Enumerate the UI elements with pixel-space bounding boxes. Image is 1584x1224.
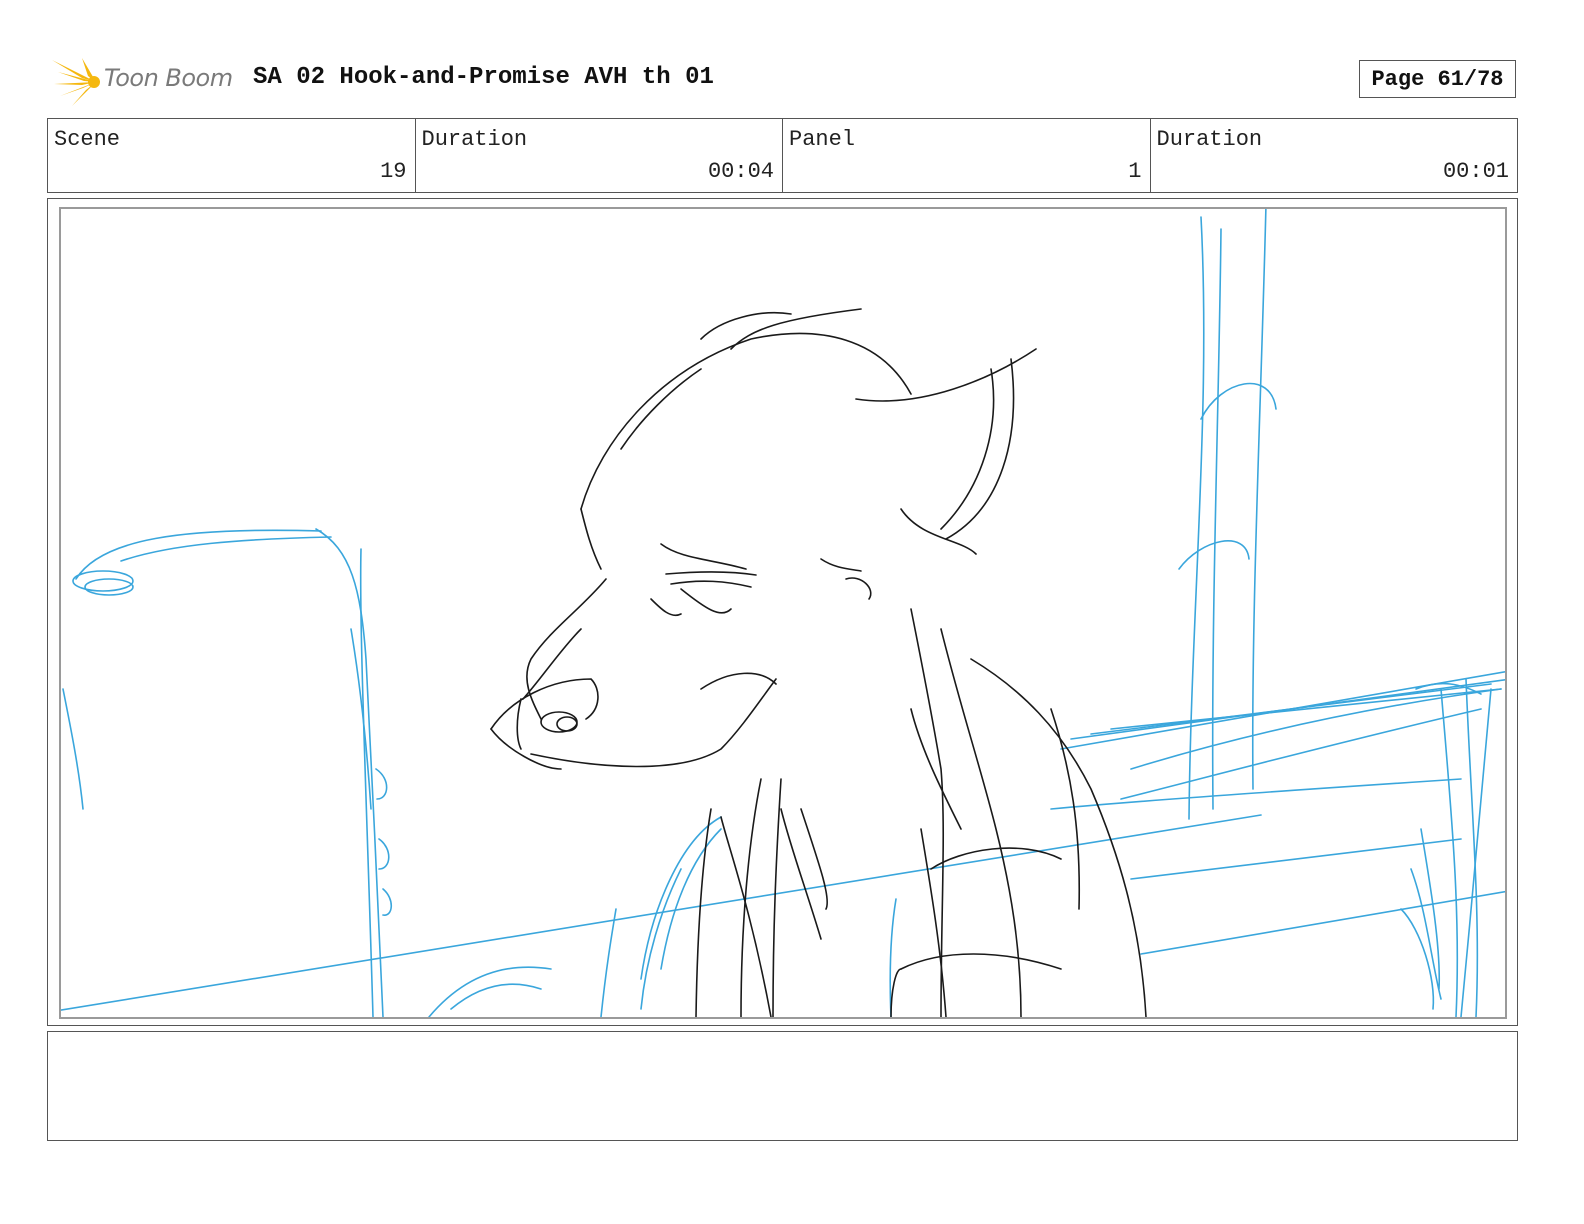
panel-value: 1 [1128, 159, 1142, 184]
logo-text: Toon Boom [104, 64, 233, 92]
panel-cell: Panel 1 [783, 119, 1151, 192]
scene-cell: Scene 19 [48, 119, 416, 192]
page-number: Page 61/78 [1359, 60, 1516, 98]
panel-duration-cell: Duration 00:01 [1151, 119, 1518, 192]
scene-label: Scene [54, 127, 121, 152]
scene-duration-value: 00:04 [707, 159, 774, 184]
scene-duration-cell: Duration 00:04 [416, 119, 783, 192]
panel-duration-value: 00:01 [1442, 159, 1509, 184]
document-title: SA 02 Hook-and-Promise AVH th 01 [253, 64, 714, 91]
panel-info-row: Scene 19 Duration 00:04 Panel 1 Duration… [47, 118, 1518, 193]
panel-duration-label: Duration [1156, 127, 1263, 152]
panel-label: Panel [789, 127, 856, 152]
sketch-drawing [61, 209, 1505, 1017]
scene-duration-label: Duration [421, 127, 528, 152]
storyboard-panel-image [59, 207, 1507, 1019]
storyboard-panel-frame [47, 198, 1518, 1026]
panel-notes-box [47, 1031, 1518, 1141]
scene-value: 19 [380, 159, 407, 184]
